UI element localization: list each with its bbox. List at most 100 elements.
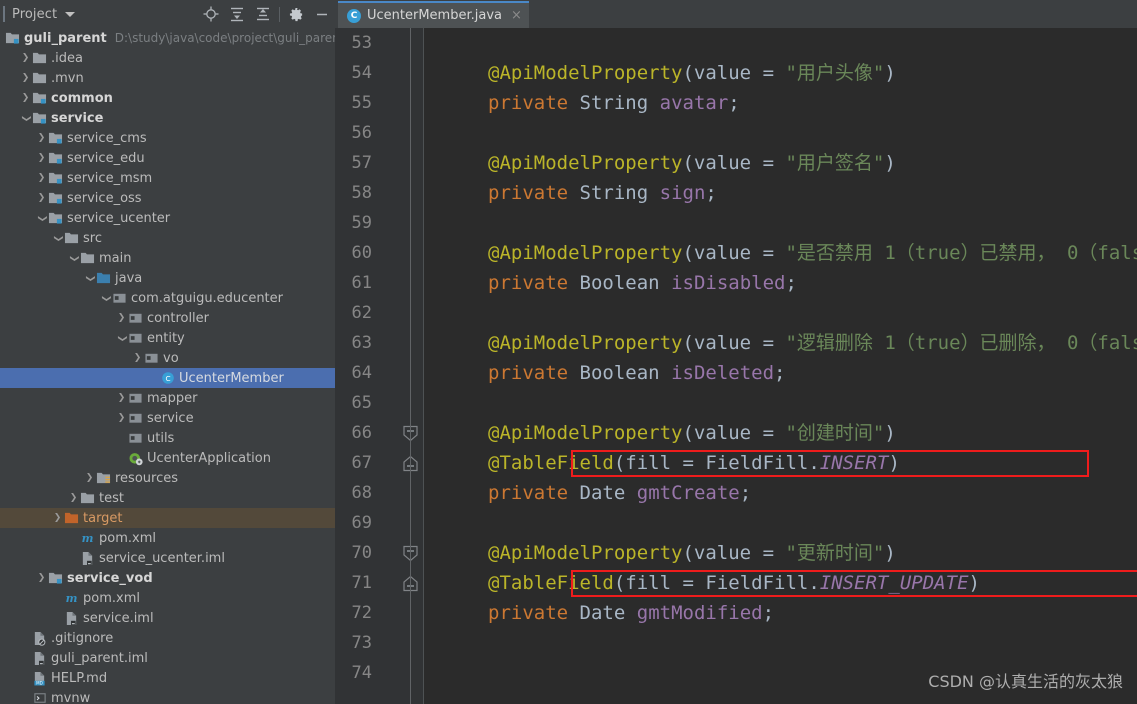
chevron-right-icon[interactable]: ❯ [68, 493, 79, 503]
code-line[interactable]: @TableField(fill = FieldFill.INSERT) [425, 448, 1137, 478]
code-line[interactable]: @ApiModelProperty(value = "是否禁用 1（true）已… [425, 238, 1137, 268]
tree-row-pom-xml[interactable]: m pom.xml [0, 588, 335, 608]
tree-row-mapper[interactable]: ❯ mapper [0, 388, 335, 408]
tool-window-title[interactable]: Project [12, 7, 57, 22]
tree-row-test[interactable]: ❯ test [0, 488, 335, 508]
chevron-right-icon[interactable]: ❯ [36, 193, 47, 203]
tree-row-service-ucenter[interactable]: ❯ service_ucenter [0, 208, 335, 228]
tree-row-mvnw[interactable]: mvnw [0, 688, 335, 704]
code-line[interactable]: private Boolean isDeleted; [425, 358, 1137, 388]
tree-row--idea[interactable]: ❯ .idea [0, 48, 335, 68]
chevron-right-icon[interactable]: ❯ [116, 313, 127, 323]
chevron-right-icon[interactable]: ❯ [36, 573, 47, 583]
chevron-right-icon[interactable]: ❯ [116, 393, 127, 403]
chevron-right-icon[interactable]: ❯ [132, 353, 143, 363]
tree-row-service-msm[interactable]: ❯ service_msm [0, 168, 335, 188]
chevron-down-icon[interactable]: ❯ [37, 213, 47, 224]
tree-row-src[interactable]: ❯ src [0, 228, 335, 248]
code-editor[interactable]: 53 54 55 56 57 58 59 60 61 62 63 64 65 66 67 68 69 70 71 72… [335, 28, 1137, 704]
code-line[interactable]: @TableField(fill = FieldFill.INSERT_UPDA… [425, 568, 1137, 598]
tree-row-target[interactable]: ❯ target [0, 508, 335, 528]
tree-row-java[interactable]: ❯ java [0, 268, 335, 288]
tree-row-service-vod[interactable]: ❯ service_vod [0, 568, 335, 588]
code-line[interactable] [425, 28, 1137, 58]
expand-all-icon[interactable] [224, 0, 250, 28]
tree-row-ucentermember[interactable]: C UcenterMember [0, 368, 335, 388]
editor-tab-ucentermember[interactable]: C UcenterMember.java × [338, 1, 529, 28]
code-line[interactable]: @ApiModelProperty(value = "用户签名") [425, 148, 1137, 178]
chevron-down-icon[interactable]: ❯ [101, 293, 111, 304]
code-line[interactable]: private Boolean isDisabled; [425, 268, 1137, 298]
chevron-right-icon[interactable]: ❯ [20, 73, 31, 83]
tree-row-common[interactable]: ❯ common [0, 88, 335, 108]
code-content[interactable]: @ApiModelProperty(value = "用户头像") private… [425, 28, 1137, 704]
code-line[interactable]: @ApiModelProperty(value = "创建时间") [425, 418, 1137, 448]
chevron-right-icon[interactable]: ❯ [20, 93, 31, 103]
code-line[interactable] [425, 208, 1137, 238]
chevron-down-icon[interactable]: ❯ [53, 233, 63, 244]
tree-row-vo[interactable]: ❯ vo [0, 348, 335, 368]
code-line[interactable] [425, 118, 1137, 148]
code-line[interactable]: private String avatar; [425, 88, 1137, 118]
tree-row-root[interactable]: guli_parent D:\study\java\code\project\g… [0, 28, 335, 48]
code-line[interactable] [425, 508, 1137, 538]
close-icon[interactable]: × [511, 9, 522, 22]
chevron-down-icon[interactable]: ❯ [85, 273, 95, 284]
tree-row-utils[interactable]: utils [0, 428, 335, 448]
tree-row-service-oss[interactable]: ❯ service_oss [0, 188, 335, 208]
tree-root-label: guli_parent [24, 30, 107, 46]
tree-row-guli-parent-iml[interactable]: guli_parent.iml [0, 648, 335, 668]
locate-in-tree-icon[interactable] [198, 0, 224, 28]
code-line[interactable] [425, 388, 1137, 418]
code-line[interactable] [425, 628, 1137, 658]
tree-row-service-cms[interactable]: ❯ service_cms [0, 128, 335, 148]
chevron-down-icon[interactable] [65, 11, 76, 17]
spring-boot-app-icon [127, 451, 144, 466]
tree-row-main[interactable]: ❯ main [0, 248, 335, 268]
chevron-right-icon[interactable]: ❯ [36, 173, 47, 183]
tree-row-entity[interactable]: ❯ entity [0, 328, 335, 348]
svg-text:m: m [66, 591, 78, 605]
code-line[interactable]: private Date gmtCreate; [425, 478, 1137, 508]
editor-gutter[interactable]: 53 54 55 56 57 58 59 60 61 62 63 64 65 66 67 68 69 70 71 72… [335, 28, 424, 704]
chevron-right-icon[interactable]: ❯ [36, 133, 47, 143]
chevron-down-icon[interactable]: ❯ [69, 253, 79, 264]
tree-row-label: HELP.md [51, 670, 108, 686]
tree-row-label: service.iml [83, 610, 154, 626]
tree-row-help-md[interactable]: MD HELP.md [0, 668, 335, 688]
code-line[interactable]: @ApiModelProperty(value = "用户头像") [425, 58, 1137, 88]
chevron-right-icon[interactable]: ❯ [36, 153, 47, 163]
tree-row-service-iml[interactable]: service.iml [0, 608, 335, 628]
project-tool-window-header: Project [0, 0, 335, 28]
tree-row-service[interactable]: ❯ service [0, 408, 335, 428]
tree-row-pom-xml[interactable]: m pom.xml [0, 528, 335, 548]
tree-row-com-atguigu-educenter[interactable]: ❯ com.atguigu.educenter [0, 288, 335, 308]
code-line[interactable] [425, 298, 1137, 328]
tree-row-service-ucenter-iml[interactable]: service_ucenter.iml [0, 548, 335, 568]
tree-row--mvn[interactable]: ❯ .mvn [0, 68, 335, 88]
tree-row--gitignore[interactable]: .gitignore [0, 628, 335, 648]
code-folding-column[interactable] [398, 28, 424, 704]
code-line[interactable]: private String sign; [425, 178, 1137, 208]
tree-row-service[interactable]: ❯ service [0, 108, 335, 128]
project-tree[interactable]: guli_parent D:\study\java\code\project\g… [0, 28, 335, 704]
chevron-right-icon[interactable]: ❯ [20, 53, 31, 63]
settings-gear-icon[interactable] [283, 0, 309, 28]
tree-row-label: service_edu [67, 150, 145, 166]
tree-row-resources[interactable]: ❯ resources [0, 468, 335, 488]
chevron-right-icon[interactable]: ❯ [116, 413, 127, 423]
chevron-down-icon[interactable]: ❯ [117, 333, 127, 344]
module-icon [47, 171, 64, 185]
chevron-right-icon[interactable]: ❯ [84, 473, 95, 483]
collapse-all-icon[interactable] [250, 0, 276, 28]
tree-row-ucenterapplication[interactable]: UcenterApplication [0, 448, 335, 468]
code-line[interactable]: @ApiModelProperty(value = "更新时间") [425, 538, 1137, 568]
code-line[interactable]: @ApiModelProperty(value = "逻辑删除 1（true）已… [425, 328, 1137, 358]
top-bar: Project C UcenterMember.java × [0, 0, 1137, 28]
tree-row-service-edu[interactable]: ❯ service_edu [0, 148, 335, 168]
tree-row-controller[interactable]: ❯ controller [0, 308, 335, 328]
chevron-right-icon[interactable]: ❯ [52, 513, 63, 523]
code-line[interactable]: private Date gmtModified; [425, 598, 1137, 628]
hide-tool-window-icon[interactable] [309, 0, 335, 28]
chevron-down-icon[interactable]: ❯ [21, 113, 31, 124]
